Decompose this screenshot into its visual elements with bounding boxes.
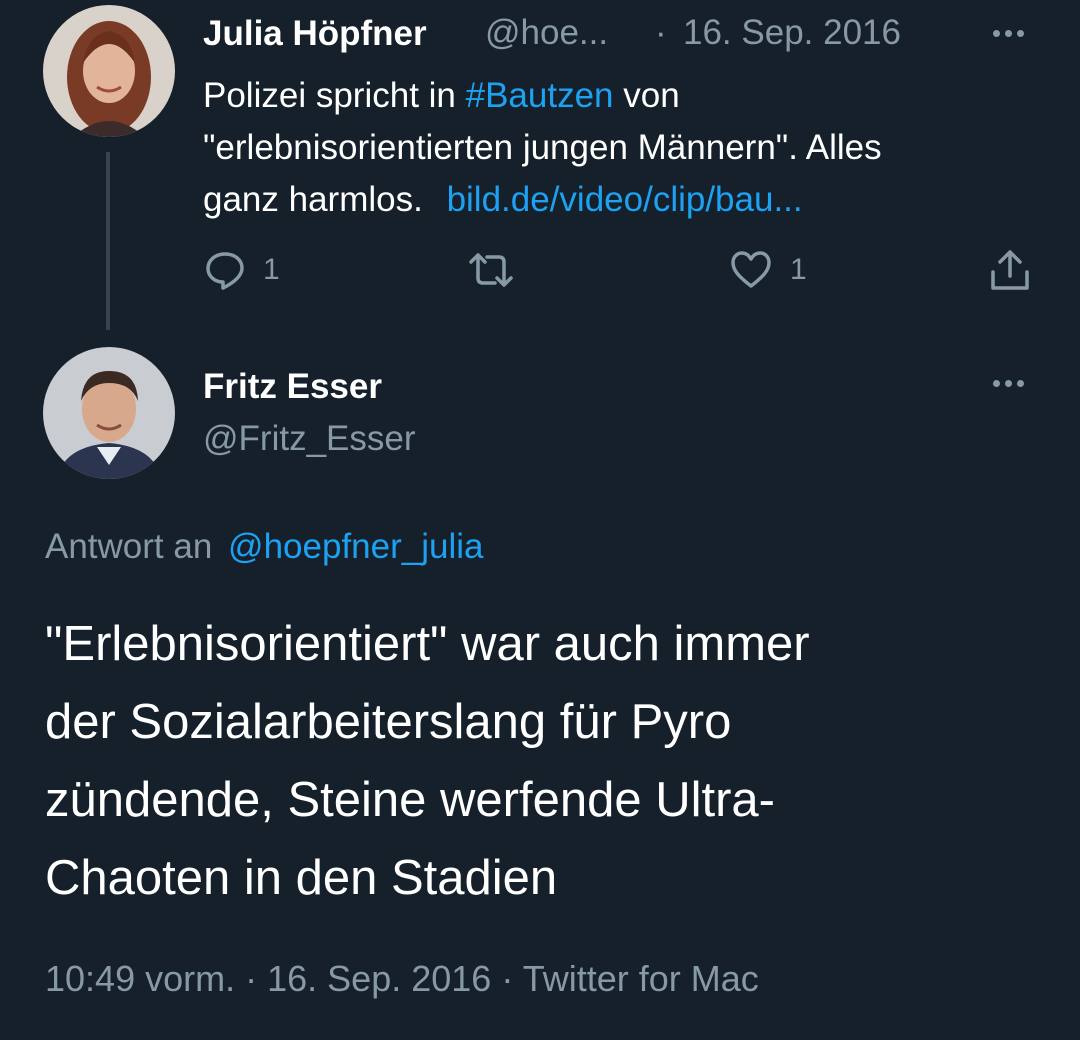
tweet-text: "Erlebnisorientiert" war auch immer der …	[45, 605, 1045, 917]
url-link[interactable]: bild.de/video/clip/bau...	[447, 180, 803, 219]
author-handle[interactable]: @hoe...	[485, 13, 608, 53]
more-icon[interactable]	[993, 380, 1024, 387]
more-icon[interactable]	[993, 30, 1024, 37]
tweet-source[interactable]: Twitter for Mac	[523, 958, 759, 999]
thread-line	[106, 152, 110, 330]
meta-separator: ·	[245, 958, 258, 999]
reply-icon	[206, 252, 244, 290]
tweet-text-line-2: "erlebnisorientierten jungen Männern". A…	[203, 128, 882, 167]
text-segment: von	[613, 76, 680, 115]
author-name[interactable]: Fritz Esser	[203, 367, 382, 407]
hashtag-link[interactable]: #Bautzen	[466, 76, 614, 115]
text-segment: Polizei spricht in	[203, 76, 466, 115]
reply-to-link[interactable]: @hoepfner_julia	[228, 527, 483, 566]
date-separator: ·	[655, 13, 667, 52]
share-button[interactable]	[989, 248, 1031, 292]
tweet-meta: 10:49 vorm. · 16. Sep. 2016 · Twitter fo…	[45, 958, 759, 1000]
author-name[interactable]: Julia Höpfner	[203, 14, 427, 54]
tweet-text-line-2: der Sozialarbeiterslang für Pyro	[45, 695, 732, 749]
tweet-text-line-4: Chaoten in den Stadien	[45, 851, 558, 905]
tweet-date[interactable]: 16. Sep. 2016	[267, 958, 491, 999]
tweet-text-line-3: ganz harmlos. bild.de/video/clip/bau...	[203, 174, 1053, 226]
avatar-julia[interactable]	[43, 5, 175, 137]
text-segment: ganz harmlos.	[203, 180, 423, 219]
like-icon	[731, 251, 771, 288]
tweet-time[interactable]: 10:49 vorm.	[45, 958, 235, 999]
retweet-button[interactable]	[467, 250, 515, 290]
meta-separator: ·	[501, 958, 514, 999]
author-handle[interactable]: @Fritz_Esser	[203, 419, 416, 459]
reply-prefix: Antwort an	[45, 527, 213, 566]
share-icon	[991, 250, 1029, 290]
tweet-text-line-3: zündende, Steine werfende Ultra-	[45, 773, 775, 827]
reply-count: 1	[263, 253, 280, 286]
retweet-icon	[469, 253, 513, 287]
tweet-text-line-1: Polizei spricht in #Bautzen von	[203, 70, 1053, 122]
like-button[interactable]: 1	[730, 250, 807, 290]
reply-button[interactable]: 1	[205, 250, 280, 290]
like-count: 1	[790, 253, 807, 286]
replying-to: Antwort an @hoepfner_julia	[45, 527, 483, 567]
avatar-fritz[interactable]	[43, 347, 175, 479]
tweet-date[interactable]: 16. Sep. 2016	[683, 13, 901, 53]
tweet-text: Polizei spricht in #Bautzen von "erlebni…	[203, 70, 1053, 226]
tweet-text-line-1: "Erlebnisorientiert" war auch immer	[45, 617, 810, 671]
